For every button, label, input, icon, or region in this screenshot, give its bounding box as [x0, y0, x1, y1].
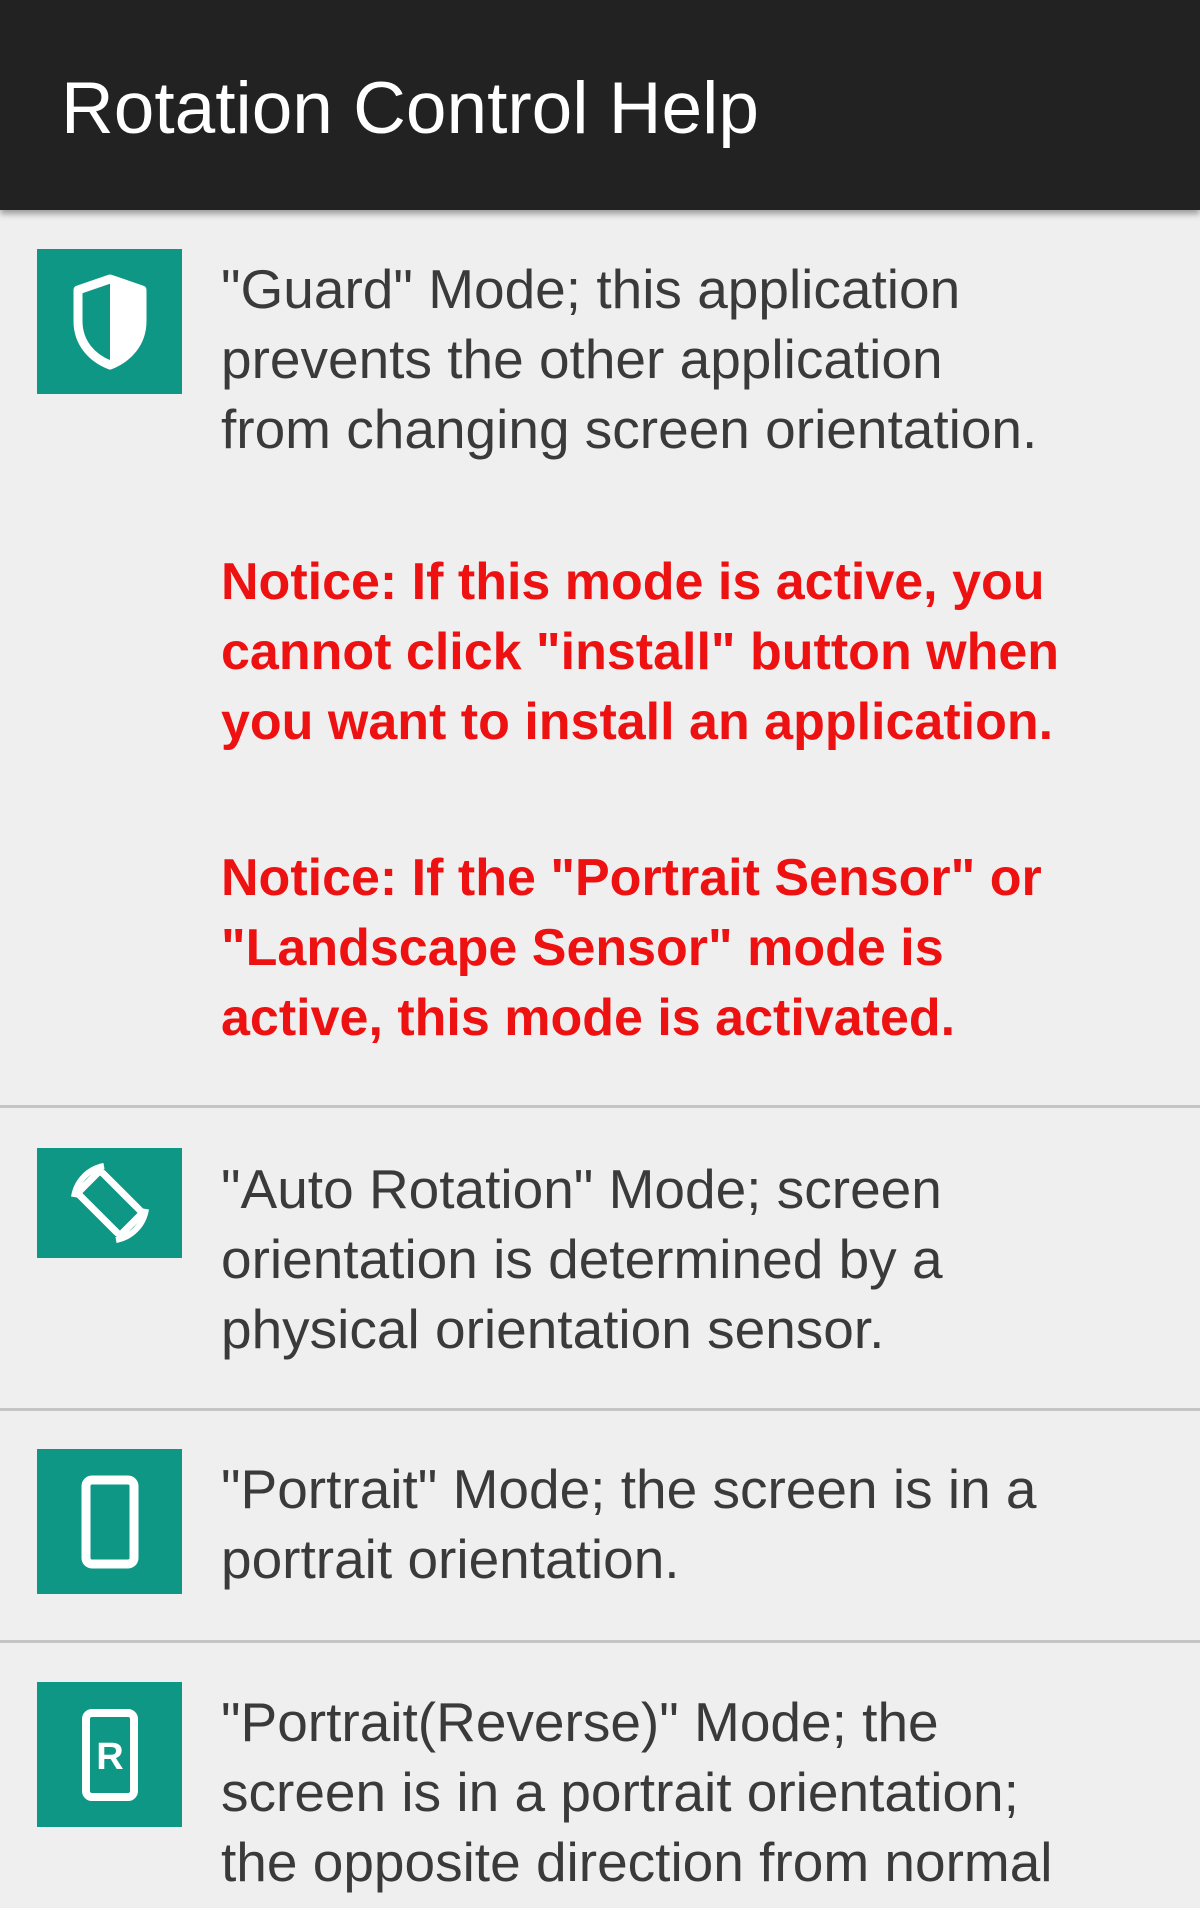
page-title: Rotation Control Help — [61, 68, 759, 149]
guard-mode-text: "Guard" Mode; this application prevents … — [221, 254, 1181, 1053]
portrait-reverse-text: "Portrait(Reverse)" Mode; the screen is … — [221, 1687, 1181, 1897]
app-bar: Rotation Control Help — [0, 0, 1200, 210]
guard-mode-description: "Guard" Mode; this application prevents … — [221, 258, 1038, 460]
list-item-portrait-mode: "Portrait" Mode; the screen is in a port… — [0, 1411, 1200, 1643]
portrait-reverse-description: "Portrait(Reverse)" Mode; the screen is … — [221, 1691, 1053, 1893]
list-item-portrait-reverse-mode: R "Portrait(Reverse)" Mode; the screen i… — [0, 1643, 1200, 1908]
portrait-text: "Portrait" Mode; the screen is in a port… — [221, 1454, 1181, 1594]
auto-rotate-icon — [70, 1163, 149, 1243]
list-item-guard-mode: "Guard" Mode; this application prevents … — [0, 210, 1200, 1108]
auto-rotation-icon-tile — [37, 1148, 182, 1258]
list-item-auto-rotation-mode: "Auto Rotation" Mode; screen orientation… — [0, 1108, 1200, 1411]
help-list: "Guard" Mode; this application prevents … — [0, 210, 1200, 1908]
install-button-notice: Notice: If this mode is active, you cann… — [221, 553, 1060, 751]
svg-text:R: R — [96, 1736, 123, 1778]
portrait-icon-tile — [37, 1449, 182, 1594]
auto-rotation-text: "Auto Rotation" Mode; screen orientation… — [221, 1154, 1181, 1364]
auto-rotation-description: "Auto Rotation" Mode; screen orientation… — [221, 1158, 943, 1360]
guard-mode-icon-tile — [37, 249, 182, 394]
shield-icon — [73, 274, 146, 369]
portrait-reverse-icon-tile: R — [37, 1682, 182, 1827]
portrait-description: "Portrait" Mode; the screen is in a port… — [221, 1458, 1037, 1590]
sensor-mode-notice: Notice: If the "Portrait Sensor" or "Lan… — [221, 849, 1042, 1047]
portrait-reverse-icon: R — [81, 1708, 138, 1801]
portrait-phone-icon — [81, 1475, 138, 1568]
